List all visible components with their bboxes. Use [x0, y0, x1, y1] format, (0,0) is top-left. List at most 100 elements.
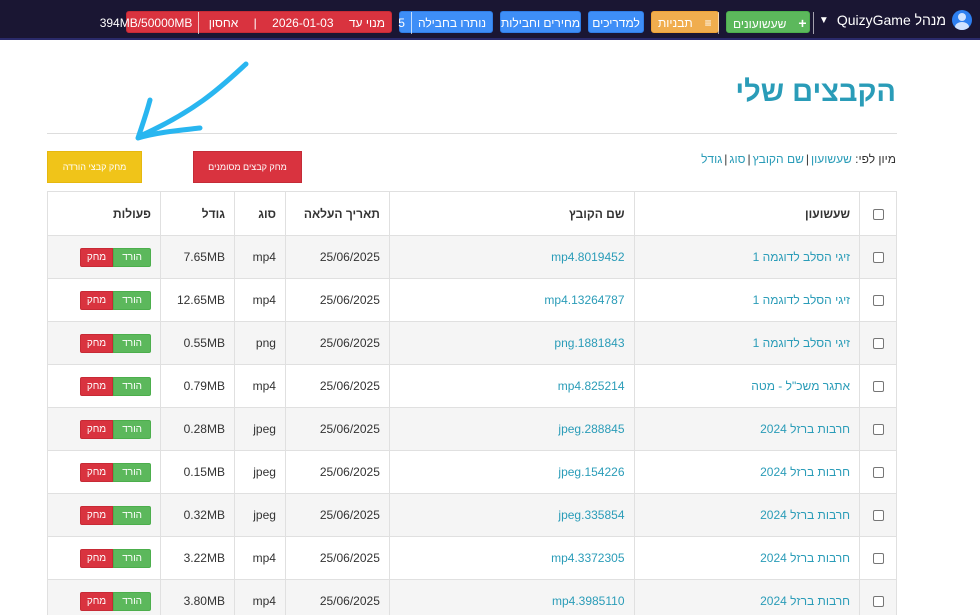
table-row: חרבות ברזל 2024 mp4.3372305 25/06/2025 mp4 3…	[46, 536, 897, 580]
table-row: זיגי הסלב לדוגמה 1 mp4.8019452 25/06/2025 m…	[46, 235, 897, 279]
header-size[interactable]: גודל	[160, 191, 235, 236]
download-button[interactable]: הורד	[113, 462, 152, 482]
delete-button[interactable]: מחק	[79, 505, 114, 525]
delete-button[interactable]: מחק	[79, 419, 114, 439]
download-button[interactable]: הורד	[113, 376, 152, 396]
row-type: jpeg	[233, 493, 286, 537]
table-row: חרבות ברזל 2024 jpeg.288845 25/06/2025 jpeg…	[46, 407, 897, 451]
row-select-cell	[859, 235, 897, 279]
row-file-link[interactable]: png.1881843	[388, 321, 635, 365]
header-game[interactable]: שעשועון	[633, 191, 861, 236]
top-navbar: מנהל QuizyGame ▼ שעשועונים + תבניות ≡ למדר…	[0, 0, 980, 40]
download-button[interactable]: הורד	[113, 591, 152, 611]
delete-button[interactable]: מחק	[79, 290, 114, 310]
download-button[interactable]: הורד	[113, 290, 152, 310]
delete-button[interactable]: מחק	[79, 333, 114, 353]
row-type: mp4	[233, 364, 286, 408]
row-select-cell	[859, 407, 897, 451]
guides-button[interactable]: למדריכים	[588, 11, 644, 33]
row-checkbox[interactable]	[872, 467, 884, 479]
row-file-link[interactable]: mp4.825214	[388, 364, 635, 408]
table-row: אתגר משכ"ל - מטה mp4.825214 25/06/2025 mp4 0…	[46, 364, 897, 408]
row-game-link[interactable]: זיגי הסלב לדוגמה 1	[633, 321, 861, 365]
row-select-cell	[859, 536, 897, 580]
delete-button[interactable]: מחק	[79, 247, 114, 267]
row-checkbox[interactable]	[872, 424, 884, 436]
row-game-link[interactable]: אתגר משכ"ל - מטה	[633, 364, 861, 408]
header-file-name[interactable]: שם הקובץ	[388, 191, 635, 236]
row-game-link[interactable]: חרבות ברזל 2024	[633, 493, 861, 537]
admin-menu[interactable]: מנהל QuizyGame ▼	[819, 8, 972, 32]
row-game-link[interactable]: זיגי הסלב לדוגמה 1	[633, 278, 861, 322]
download-button[interactable]: הורד	[113, 419, 152, 439]
storage-value: 394MB/50000MB	[94, 12, 200, 34]
row-type: mp4	[233, 579, 286, 615]
pricing-button[interactable]: מחירים וחבילות	[500, 11, 581, 33]
row-select-cell	[859, 278, 897, 322]
row-game-link[interactable]: חרבות ברזל 2024	[633, 407, 861, 451]
remaining-count: 5	[392, 12, 412, 34]
select-all-cell	[859, 191, 897, 236]
download-button[interactable]: הורד	[113, 505, 152, 525]
row-size: 0.15MB	[160, 450, 235, 494]
row-game-link[interactable]: חרבות ברזל 2024	[633, 450, 861, 494]
row-upload-date: 25/06/2025	[284, 579, 390, 615]
sort-by-file-name[interactable]: שם הקובץ	[753, 152, 804, 166]
row-file-link[interactable]: jpeg.154226	[388, 450, 635, 494]
row-checkbox[interactable]	[872, 252, 884, 264]
remaining-button[interactable]: נותרו בחבילה5	[398, 11, 493, 34]
row-checkbox[interactable]	[872, 295, 884, 307]
row-checkbox[interactable]	[872, 338, 884, 350]
delete-button[interactable]: מחק	[79, 462, 114, 482]
header-type[interactable]: סוג	[233, 191, 286, 236]
row-file-link[interactable]: mp4.13264787	[388, 278, 635, 322]
row-actions: הורד מחק	[46, 364, 162, 408]
download-button[interactable]: הורד	[113, 333, 152, 353]
row-checkbox[interactable]	[872, 510, 884, 522]
delete-button[interactable]: מחק	[79, 548, 114, 568]
row-file-link[interactable]: mp4.8019452	[388, 235, 635, 279]
row-checkbox[interactable]	[872, 381, 884, 393]
admin-menu-label: מנהל QuizyGame	[836, 12, 946, 28]
download-button[interactable]: הורד	[113, 548, 152, 568]
caret-down-icon: ▼	[818, 14, 829, 26]
sort-by-type[interactable]: סוג	[729, 152, 745, 166]
table-row: זיגי הסלב לדוגמה 1 mp4.13264787 25/06/2025…	[46, 278, 897, 322]
row-file-link[interactable]: mp4.3985110	[388, 579, 635, 615]
select-all-checkbox[interactable]	[872, 208, 884, 220]
row-file-link[interactable]: mp4.3372305	[388, 536, 635, 580]
row-actions: הורד מחק	[46, 536, 162, 580]
row-upload-date: 25/06/2025	[284, 536, 390, 580]
row-actions: הורד מחק	[46, 321, 162, 365]
row-game-link[interactable]: חרבות ברזל 2024	[633, 579, 861, 615]
sort-by-game[interactable]: שעשועון	[811, 152, 852, 166]
user-avatar-icon	[952, 10, 972, 30]
table-header-row: שעשועון שם הקובץ תאריך העלאה סוג גודל פע…	[46, 191, 897, 236]
row-checkbox[interactable]	[872, 596, 884, 608]
delete-marked-files-button[interactable]: מחק קבצים מסומנים	[193, 151, 302, 183]
row-game-link[interactable]: זיגי הסלב לדוגמה 1	[633, 235, 861, 279]
table-row: זיגי הסלב לדוגמה 1 png.1881843 25/06/2025 p…	[46, 321, 897, 365]
annotation-arrow-icon	[135, 61, 249, 141]
row-select-cell	[859, 450, 897, 494]
subscription-date: 2026-01-03	[272, 16, 334, 30]
templates-button[interactable]: תבניות ≡	[651, 11, 719, 34]
divider: |	[253, 16, 257, 30]
row-type: mp4	[233, 536, 286, 580]
row-file-link[interactable]: jpeg.288845	[388, 407, 635, 451]
row-size: 0.79MB	[160, 364, 235, 408]
download-button[interactable]: הורד	[113, 247, 152, 267]
row-select-cell	[859, 579, 897, 615]
row-file-link[interactable]: jpeg.335854	[388, 493, 635, 537]
row-size: 0.32MB	[160, 493, 235, 537]
delete-button[interactable]: מחק	[79, 376, 114, 396]
games-button[interactable]: שעשועונים +	[726, 11, 814, 34]
row-game-link[interactable]: חרבות ברזל 2024	[633, 536, 861, 580]
storage-label: אחסון	[208, 16, 239, 30]
row-checkbox[interactable]	[872, 553, 884, 565]
row-type: jpeg	[233, 450, 286, 494]
delete-downloaded-files-button[interactable]: מחק קבצי הורדה	[47, 151, 142, 183]
sort-by-size[interactable]: גודל	[701, 152, 722, 166]
subscription-label: מנוי עד	[348, 16, 385, 30]
delete-button[interactable]: מחק	[79, 591, 114, 611]
